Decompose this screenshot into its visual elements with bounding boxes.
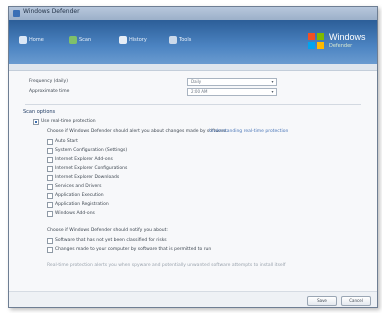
window-title: Windows Defender [23, 8, 80, 15]
scan-icon [69, 36, 77, 44]
dialog-footer: Save Cancel [9, 291, 377, 307]
save-button[interactable]: Save [307, 296, 337, 306]
option-label: Internet Explorer Add-ons [55, 157, 113, 162]
option-checkbox[interactable] [47, 193, 53, 199]
option-label: Application Registration [55, 202, 109, 207]
option-checkbox[interactable] [47, 148, 53, 154]
option-label: Internet Explorer Configurations [55, 166, 128, 171]
footer-note: Real-time protection alerts you when spy… [47, 263, 286, 268]
option-label: Auto Start [55, 139, 78, 144]
toolbar-tools-label: Tools [179, 37, 192, 43]
chevron-down-icon: ▾ [271, 79, 274, 84]
option-checkbox[interactable] [47, 211, 53, 217]
notify-checkbox[interactable] [47, 238, 53, 244]
frequency-dropdown[interactable]: Daily ▾ [187, 78, 277, 86]
time-dropdown[interactable]: 2:00 AM ▾ [187, 88, 277, 96]
option-checkbox[interactable] [47, 202, 53, 208]
option-label: Internet Explorer Downloads [55, 175, 120, 180]
toolbar-scan-label: Scan [79, 37, 92, 43]
time-label: Approximate time [29, 89, 70, 94]
windows-defender-logo: Windows Defender [307, 30, 371, 54]
divider [25, 104, 361, 105]
logo-subtext: Defender [329, 43, 353, 49]
option-label: System Configuration (Settings) [55, 148, 128, 153]
breadcrumb-bar [9, 64, 377, 71]
frequency-value: Daily [191, 79, 202, 84]
toolbar-home-button[interactable]: Home [19, 35, 44, 45]
option-checkbox[interactable] [47, 166, 53, 172]
option-checkbox[interactable] [47, 139, 53, 145]
toolbar-tools-button[interactable]: Tools [169, 35, 191, 45]
settings-window: Windows Defender Home Scan History Tools [8, 6, 378, 308]
notify-label: Software that has not yet been classifie… [55, 238, 167, 243]
toolbar: Home Scan History Tools Windows Defender [9, 20, 377, 64]
option-label: Services and Drivers [55, 184, 102, 189]
option-label: Application Execution [55, 193, 104, 198]
toolbar-history-label: History [129, 37, 147, 43]
realtime-description: Choose if Windows Defender should alert … [47, 129, 228, 134]
realtime-protection-label: Use real-time protection [41, 119, 96, 124]
app-icon [13, 10, 20, 17]
time-value: 2:00 AM [191, 89, 208, 94]
chevron-down-icon: ▾ [271, 89, 274, 94]
notify-heading: Choose if Windows Defender should notify… [47, 228, 168, 233]
option-checkbox[interactable] [47, 157, 53, 163]
logo-text: Windows [329, 32, 366, 42]
frequency-label: Frequency (daily) [29, 79, 68, 84]
cancel-button[interactable]: Cancel [341, 296, 371, 306]
option-checkbox[interactable] [47, 175, 53, 181]
home-icon [19, 36, 27, 44]
realtime-protection-checkbox[interactable] [33, 119, 39, 125]
realtime-help-link[interactable]: Understanding real-time protection [209, 129, 288, 134]
notify-label: Changes made to your computer by softwar… [55, 247, 212, 252]
option-label: Windows Add-ons [55, 211, 95, 216]
section-heading: Scan options [23, 109, 56, 115]
title-bar: Windows Defender [9, 7, 377, 20]
toolbar-history-button[interactable]: History [119, 35, 147, 45]
history-icon [119, 36, 127, 44]
notify-checkbox[interactable] [47, 247, 53, 253]
windows-flag-icon [308, 33, 324, 49]
toolbar-scan-button[interactable]: Scan [69, 35, 91, 45]
settings-content: Frequency (daily) Daily ▾ Approximate ti… [9, 71, 377, 307]
toolbar-home-label: Home [29, 37, 44, 43]
option-checkbox[interactable] [47, 184, 53, 190]
tools-icon [169, 36, 177, 44]
